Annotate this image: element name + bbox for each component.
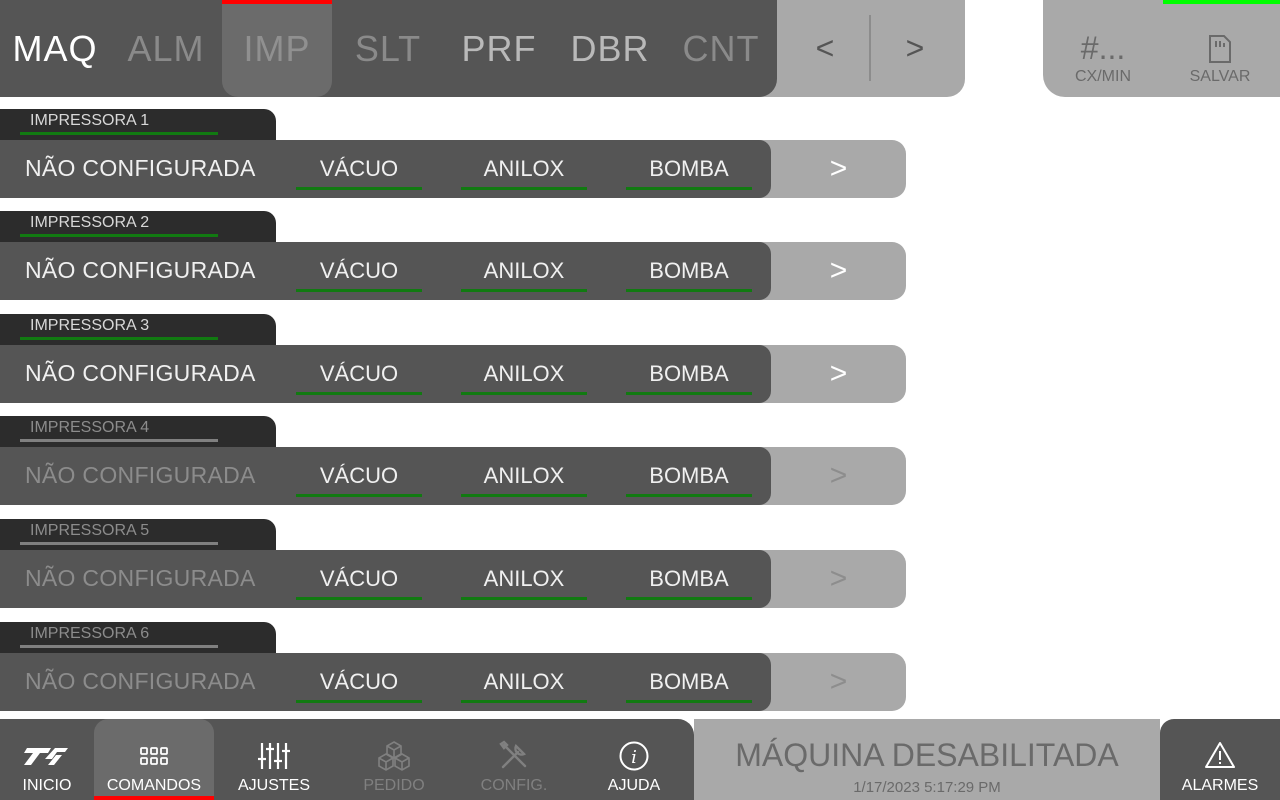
vacuum-button: VÁCUO bbox=[296, 653, 422, 711]
printer-indicator bbox=[20, 439, 218, 442]
anilox-button: ANILOX bbox=[461, 447, 587, 505]
logo-icon bbox=[0, 739, 107, 773]
printer-name: IMPRESSORA 6 bbox=[30, 625, 150, 642]
nav-ajuda[interactable]: i AJUDA bbox=[574, 719, 694, 800]
save-label: SALVAR bbox=[1189, 68, 1251, 85]
pump-button[interactable]: BOMBA bbox=[626, 140, 752, 198]
printer-indicator bbox=[20, 132, 218, 135]
pump-button: BOMBA bbox=[626, 550, 752, 608]
printer-indicator bbox=[20, 542, 218, 545]
printer-row: NÃO CONFIGURADA VÁCUO ANILOX BOMBA > bbox=[0, 345, 906, 403]
pump-button[interactable]: BOMBA bbox=[626, 242, 752, 300]
machine-status: MÁQUINA DESABILITADA bbox=[735, 737, 1119, 773]
datetime: 1/17/2023 5:17:29 PM bbox=[853, 779, 1001, 796]
next-page-button[interactable]: > bbox=[880, 0, 950, 97]
nav-config: CONFIG. bbox=[454, 719, 574, 800]
printer-name: IMPRESSORA 2 bbox=[30, 214, 150, 231]
section-tabs: MAQ ALM IMP SLT PRF DBR CNT bbox=[0, 0, 777, 97]
open-printer-button[interactable]: > bbox=[771, 140, 906, 198]
printer-row: NÃO CONFIGURADA VÁCUO ANILOX BOMBA > bbox=[0, 653, 906, 711]
top-right-panel: #... CX/MIN SALVAR bbox=[1043, 0, 1280, 97]
tab-slt[interactable]: SLT bbox=[333, 0, 443, 97]
printer-row: NÃO CONFIGURADA VÁCUO ANILOX BOMBA > bbox=[0, 447, 906, 505]
anilox-button[interactable]: ANILOX bbox=[461, 242, 587, 300]
pump-button[interactable]: BOMBA bbox=[626, 345, 752, 403]
pump-button: BOMBA bbox=[626, 653, 752, 711]
boxes-icon bbox=[334, 739, 454, 773]
vacuum-button: VÁCUO bbox=[296, 550, 422, 608]
vacuum-button[interactable]: VÁCUO bbox=[296, 345, 422, 403]
printer-status: NÃO CONFIGURADA bbox=[25, 360, 256, 386]
open-printer-button[interactable]: > bbox=[771, 345, 906, 403]
printer-name: IMPRESSORA 5 bbox=[30, 522, 150, 539]
printer-name: IMPRESSORA 4 bbox=[30, 419, 150, 436]
nav-comandos[interactable]: COMANDOS bbox=[94, 719, 214, 800]
warning-icon bbox=[1204, 741, 1236, 774]
info-icon: i bbox=[574, 739, 694, 773]
tab-alm[interactable]: ALM bbox=[111, 0, 221, 97]
svg-text:i: i bbox=[631, 747, 637, 768]
printer-indicator bbox=[20, 234, 218, 237]
tab-maq[interactable]: MAQ bbox=[0, 0, 110, 97]
printer-status: NÃO CONFIGURADA bbox=[25, 462, 256, 488]
printer-name: IMPRESSORA 3 bbox=[30, 317, 150, 334]
printer-indicator bbox=[20, 337, 218, 340]
bottom-nav: INICIO COMANDOS AJUSTES PEDIDO CONFIG. i… bbox=[0, 719, 694, 800]
previous-page-button[interactable]: < bbox=[790, 0, 860, 97]
vacuum-button[interactable]: VÁCUO bbox=[296, 140, 422, 198]
nav-pedido: PEDIDO bbox=[334, 719, 454, 800]
open-printer-button: > bbox=[829, 562, 848, 595]
printer-name: IMPRESSORA 1 bbox=[30, 112, 150, 129]
alarms-button[interactable]: ALARMES bbox=[1160, 719, 1280, 800]
nav-ajustes[interactable]: AJUSTES bbox=[214, 719, 334, 800]
printer-row: NÃO CONFIGURADA VÁCUO ANILOX BOMBA > bbox=[0, 242, 906, 300]
rate-value: #... bbox=[1080, 30, 1126, 66]
printer-row: NÃO CONFIGURADA VÁCUO ANILOX BOMBA > bbox=[0, 550, 906, 608]
rate-label: CX/MIN bbox=[1075, 68, 1131, 85]
tab-imp[interactable]: IMP bbox=[222, 0, 332, 97]
grid-icon bbox=[94, 739, 214, 773]
rate-display[interactable]: #... CX/MIN bbox=[1044, 0, 1162, 97]
open-printer-button: > bbox=[829, 459, 848, 492]
printer-status: NÃO CONFIGURADA bbox=[25, 257, 256, 283]
nav-inicio[interactable]: INICIO bbox=[0, 719, 107, 800]
printer-indicator bbox=[20, 645, 218, 648]
alarms-label: ALARMES bbox=[1181, 777, 1259, 794]
tab-cnt[interactable]: CNT bbox=[666, 0, 776, 97]
printer-status: NÃO CONFIGURADA bbox=[25, 668, 256, 694]
anilox-button[interactable]: ANILOX bbox=[461, 345, 587, 403]
vacuum-button[interactable]: VÁCUO bbox=[296, 242, 422, 300]
sliders-icon bbox=[214, 739, 334, 773]
vacuum-button: VÁCUO bbox=[296, 447, 422, 505]
open-printer-button: > bbox=[829, 665, 848, 698]
anilox-button[interactable]: ANILOX bbox=[461, 140, 587, 198]
tab-dbr[interactable]: DBR bbox=[555, 0, 665, 97]
printer-status: NÃO CONFIGURADA bbox=[25, 565, 256, 591]
tab-prf[interactable]: PRF bbox=[444, 0, 554, 97]
machine-status-panel: MÁQUINA DESABILITADA 1/17/2023 5:17:29 P… bbox=[694, 719, 1160, 800]
anilox-button: ANILOX bbox=[461, 653, 587, 711]
anilox-button: ANILOX bbox=[461, 550, 587, 608]
printer-status: NÃO CONFIGURADA bbox=[25, 155, 256, 181]
tools-icon bbox=[454, 739, 574, 773]
save-button[interactable]: SALVAR bbox=[1161, 0, 1279, 97]
divider bbox=[869, 15, 871, 81]
printer-row: NÃO CONFIGURADA VÁCUO ANILOX BOMBA > bbox=[0, 140, 906, 198]
open-printer-button[interactable]: > bbox=[771, 242, 906, 300]
pump-button: BOMBA bbox=[626, 447, 752, 505]
sd-card-icon bbox=[1208, 34, 1232, 69]
top-bar: MAQ ALM IMP SLT PRF DBR CNT < > bbox=[0, 0, 965, 97]
